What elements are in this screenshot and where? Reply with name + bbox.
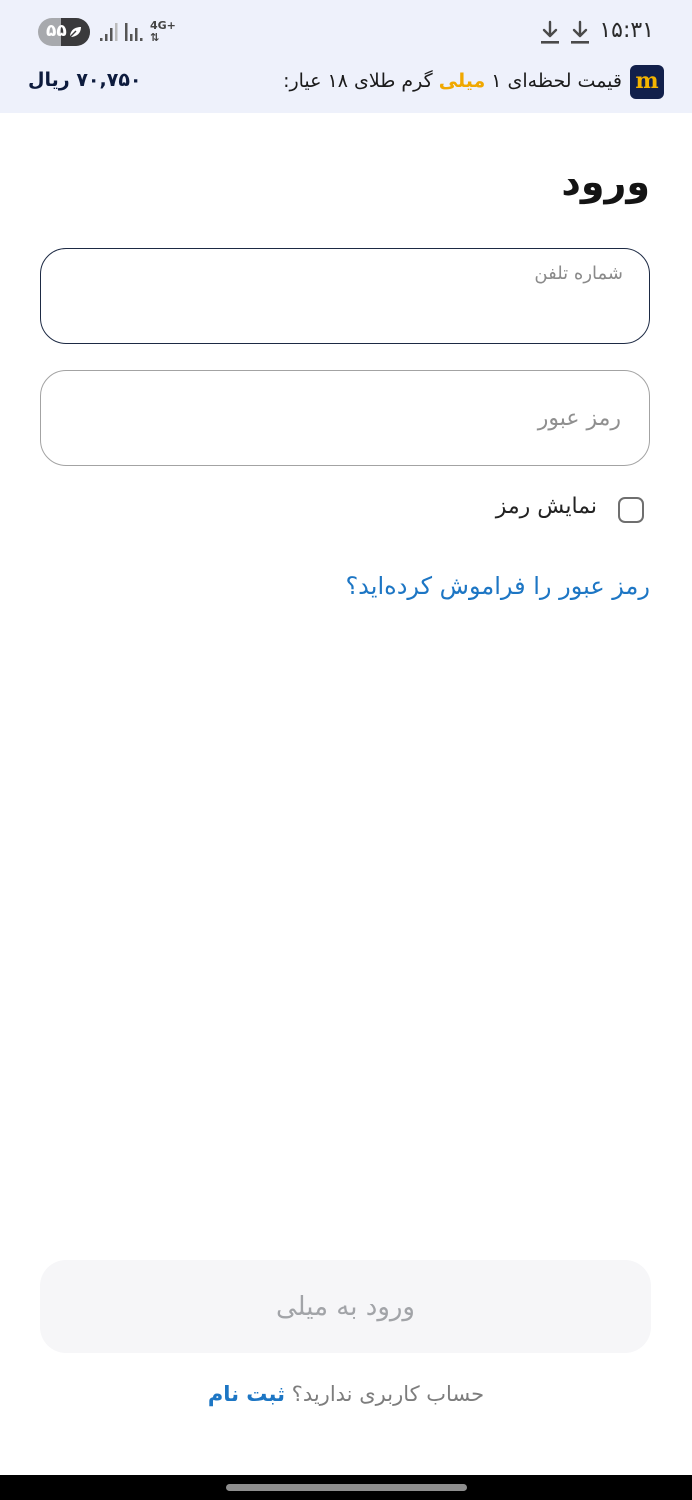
home-handle[interactable] — [226, 1484, 467, 1491]
system-nav-bar — [0, 1475, 692, 1500]
price-label: قیمت لحظه‌ای ۱ میلی گرم طلای ۱۸ عیار: — [283, 70, 622, 92]
phone-input[interactable] — [63, 295, 623, 333]
network-type: 4G+ ⇅ — [150, 19, 176, 44]
show-password-checkbox[interactable] — [618, 497, 644, 523]
battery-saver-icon — [69, 27, 81, 38]
password-input[interactable] — [63, 397, 623, 439]
show-password-label[interactable]: نمایش رمز — [496, 494, 597, 519]
battery-indicator: ۵۵ — [38, 18, 90, 46]
brand-logo: m — [630, 65, 664, 99]
price-value: ۷۰,۷۵۰ ریال — [28, 69, 142, 91]
login-button[interactable]: ورود به میلی — [40, 1260, 651, 1353]
phone-field[interactable]: شماره تلفن — [40, 248, 650, 344]
page-title: ورود — [561, 160, 650, 204]
signup-link[interactable]: ثبت نام — [208, 1382, 285, 1406]
battery-level: ۵۵ — [46, 21, 67, 41]
top-area: ۱۵:۳۱ ۵۵ 4G+ ⇅ m قیمت لحظه‌ای ۱ میلی گرم … — [0, 0, 692, 113]
status-bar: ۱۵:۳۱ ۵۵ 4G+ ⇅ — [0, 0, 692, 64]
no-account-text: حساب کاربری ندارید؟ — [291, 1382, 485, 1406]
status-time: ۱۵:۳۱ — [599, 18, 654, 43]
gold-price-banner: m قیمت لحظه‌ای ۱ میلی گرم طلای ۱۸ عیار: … — [0, 64, 692, 112]
password-field[interactable] — [40, 370, 650, 466]
signup-prompt: حساب کاربری ندارید؟ ثبت نام — [0, 1382, 692, 1406]
download-icon — [540, 20, 560, 46]
signal-icon — [99, 22, 119, 42]
forgot-password-link[interactable]: رمز عبور را فراموش کرده‌اید؟ — [345, 572, 650, 600]
download-icon — [570, 20, 590, 46]
signal-icon — [124, 22, 144, 42]
brand-name: میلی — [438, 70, 486, 92]
data-arrows-icon: ⇅ — [150, 31, 160, 44]
phone-label: شماره تلفن — [534, 263, 623, 284]
